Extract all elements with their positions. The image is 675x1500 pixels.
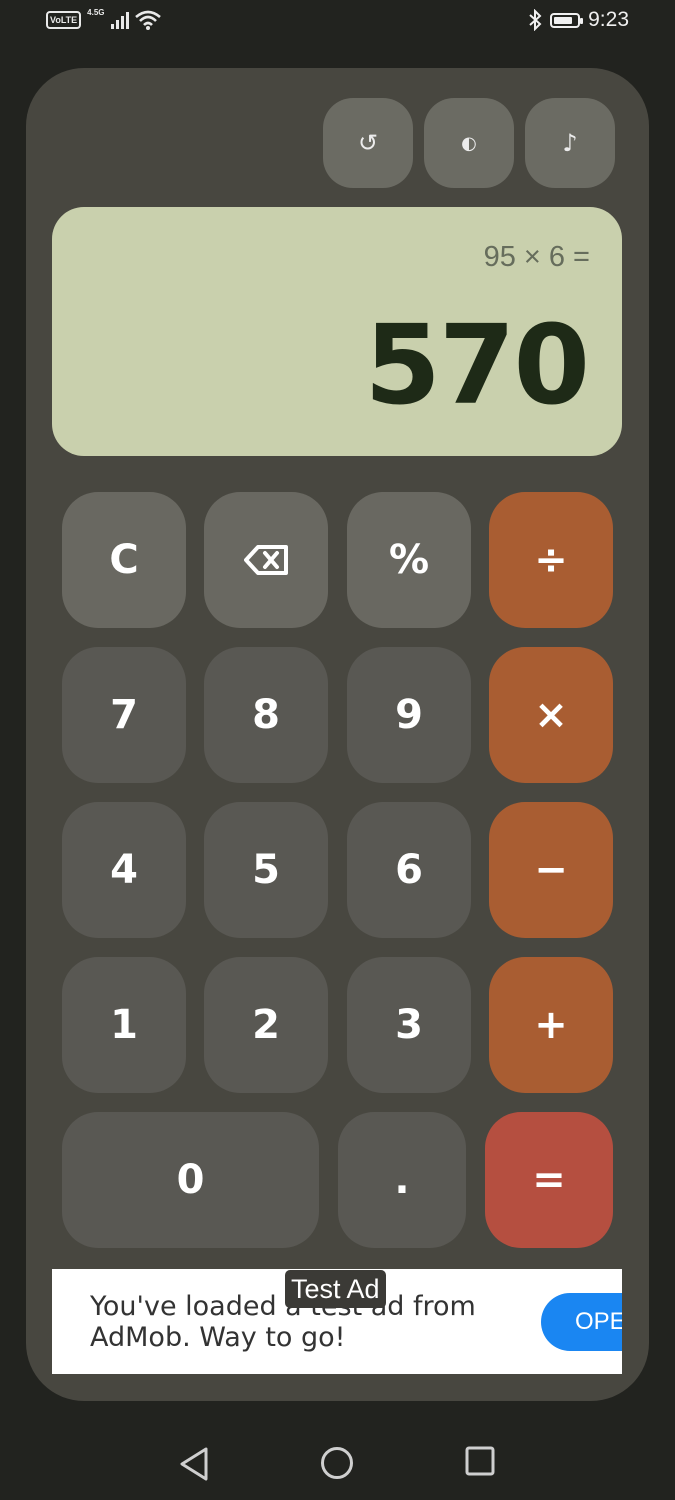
battery-icon [550,12,584,28]
volte-indicator: VoLTE [46,11,82,29]
digit-0-button[interactable]: 0 [62,1112,319,1248]
test-ad-badge: Test Ad [285,1270,386,1308]
ad-open-button[interactable]: OPEN [541,1293,622,1351]
status-left: VoLTE 4.5G [46,7,161,30]
digit-4-button[interactable]: 4 [62,802,186,938]
back-icon[interactable] [178,1446,210,1482]
recent-apps-icon[interactable] [465,1446,495,1476]
result-text: 570 [364,301,590,429]
bluetooth-icon [529,9,542,31]
history-icon: ↺ [357,129,379,157]
plus-button[interactable]: + [489,957,613,1093]
navigation-bar [0,1420,675,1500]
sound-button[interactable]: ♪ [525,98,615,188]
theme-icon: ◐ [461,132,477,154]
digit-9-button[interactable]: 9 [347,647,471,783]
digit-2-button[interactable]: 2 [204,957,328,1093]
backspace-button[interactable] [204,492,328,628]
percent-button[interactable]: % [347,492,471,628]
digit-8-button[interactable]: 8 [204,647,328,783]
equals-button[interactable]: = [485,1112,613,1248]
clear-button[interactable]: C [62,492,186,628]
network-type: 4.5G [87,7,105,17]
history-button[interactable]: ↺ [323,98,413,188]
music-note-icon: ♪ [562,129,578,157]
divide-button[interactable]: ÷ [489,492,613,628]
digit-7-button[interactable]: 7 [62,647,186,783]
backspace-icon [244,545,288,575]
status-time: 9:23 [588,8,629,31]
theme-button[interactable]: ◐ [424,98,514,188]
minus-button[interactable]: − [489,802,613,938]
home-icon[interactable] [320,1446,354,1480]
calculator-panel: ↺ ◐ ♪ 95 × 6 = 570 C % ÷ 7 8 9 × 4 5 6 −… [26,68,649,1401]
digit-1-button[interactable]: 1 [62,957,186,1093]
multiply-button[interactable]: × [489,647,613,783]
decimal-button[interactable]: . [338,1112,466,1248]
calculator-display: 95 × 6 = 570 [52,207,622,456]
expression-text: 95 × 6 = [483,241,590,273]
wifi-icon [134,10,161,30]
digit-5-button[interactable]: 5 [204,802,328,938]
digit-6-button[interactable]: 6 [347,802,471,938]
signal-bars-icon [110,11,129,29]
status-right: 9:23 [528,8,629,32]
status-bar: VoLTE 4.5G 9:23 [0,0,675,44]
digit-3-button[interactable]: 3 [347,957,471,1093]
